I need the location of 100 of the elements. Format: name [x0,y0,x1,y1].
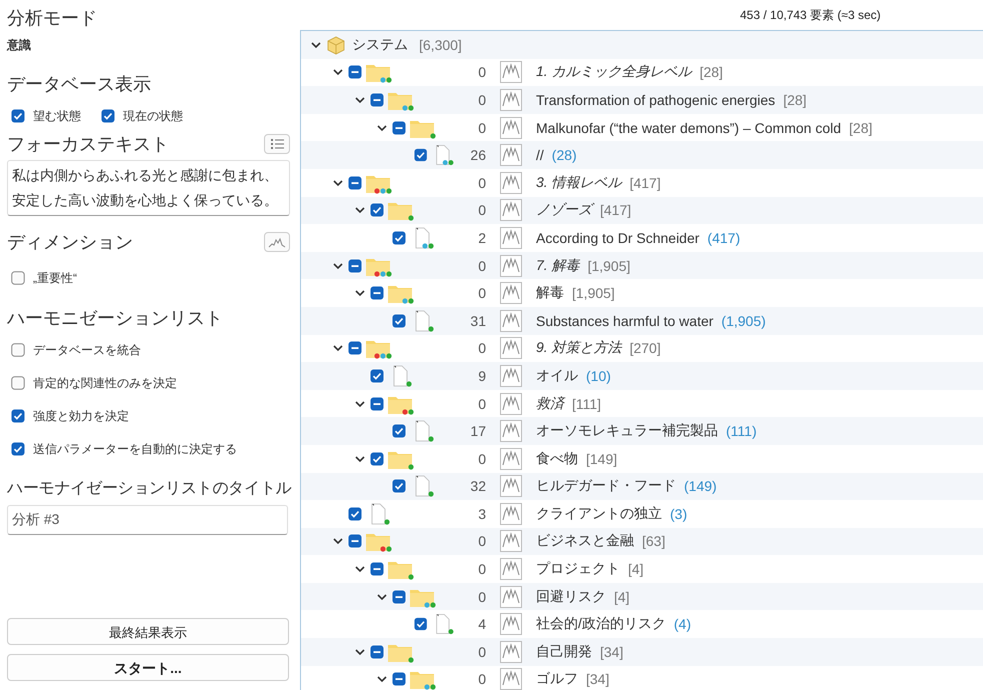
checkbox[interactable] [392,590,406,604]
checkbox[interactable] [11,409,25,423]
section-heading: 分析モード [7,7,98,30]
item-count: 0 [477,174,486,191]
waveform-icon[interactable] [500,530,522,552]
action-button[interactable]: スタート... [7,654,289,681]
checkbox[interactable] [348,176,362,190]
item-count: 0 [477,92,486,108]
waveform-icon[interactable] [500,668,522,690]
waveform-icon[interactable] [500,310,522,332]
item-count: 0 [477,396,486,412]
waveform-icon[interactable] [500,558,522,580]
node-count: [1,905] [588,258,630,274]
checkbox[interactable] [11,271,25,285]
node-label: ヒルデガード・フード [536,477,676,496]
list-button[interactable] [264,134,290,154]
node-label: Substances harmful to water [536,312,714,329]
node-count: [4] [614,588,630,605]
node-count: (1,905) [721,312,766,329]
checkbox[interactable] [370,396,384,411]
checkbox[interactable] [348,506,362,521]
node-label: オーソモレキュラー補完製品 [536,422,718,440]
node-label: 食べ物 [536,450,578,468]
checkbox[interactable] [370,562,384,576]
node-count: [28] [700,64,723,80]
node-label: // [536,147,544,164]
checkbox[interactable] [348,258,362,273]
checkbox[interactable] [392,479,406,494]
checkbox[interactable] [392,314,406,328]
checkbox[interactable] [348,534,362,548]
checkbox[interactable] [370,286,384,300]
node-label: システム [352,36,408,54]
node-count: [270] [630,340,661,356]
checkbox[interactable] [392,424,406,438]
waveform-icon[interactable] [500,337,522,360]
waveform-icon[interactable] [500,172,522,194]
node-count: [111] [572,396,602,412]
checkbox[interactable] [348,341,362,356]
checkbox[interactable] [348,65,362,80]
checkbox[interactable] [101,109,115,123]
waveform-icon[interactable] [500,282,522,304]
checkbox[interactable] [370,92,384,107]
waveform-icon[interactable] [500,116,522,139]
waveform-icon[interactable] [500,586,522,608]
checkbox[interactable] [370,368,384,383]
title-field[interactable]: 分析 #3 [7,505,288,535]
item-count: 4 [477,616,486,632]
checkbox[interactable] [370,644,384,659]
checkbox[interactable] [370,203,384,218]
waveform-button[interactable] [264,232,290,252]
node-count: (111) [726,423,757,440]
checkbox[interactable] [370,452,384,466]
node-count: (4) [674,616,692,632]
waveform-icon[interactable] [500,254,522,277]
node-label: 7. 解毒 [536,256,580,275]
checkbox[interactable] [392,672,406,686]
waveform-icon[interactable] [500,88,522,111]
node-count: (28) [552,147,577,164]
node-label: ノゾーズ [536,201,592,220]
node-count: [149] [586,450,618,467]
waveform-icon[interactable] [500,475,522,498]
node-label: 回避リスク [536,588,606,606]
waveform-icon[interactable] [500,226,522,249]
checkbox[interactable] [392,120,406,135]
node-count: [34] [600,644,624,660]
waveform-icon[interactable] [500,144,522,166]
waveform-icon[interactable] [500,640,522,663]
item-count: 0 [477,533,486,550]
node-count: [28] [783,92,807,108]
waveform-icon[interactable] [500,364,522,387]
checkbox[interactable] [11,442,25,456]
waveform-icon[interactable] [500,199,522,222]
checkbox[interactable] [392,230,406,245]
waveform-icon[interactable] [500,448,522,470]
item-count: 0 [477,644,486,660]
checkbox[interactable] [414,617,428,632]
checkbox[interactable] [414,148,428,162]
waveform-icon[interactable] [500,502,522,525]
node-label: ゴルフ [536,670,578,688]
node-label: Transformation of pathogenic energies [536,92,776,108]
checkbox[interactable] [11,109,25,123]
waveform-icon[interactable] [500,613,522,636]
waveform-icon[interactable] [500,61,522,84]
mode-value: 意識 [7,37,32,54]
checkbox[interactable] [11,343,25,357]
item-count: 0 [477,588,486,605]
node-count: [34] [586,671,610,688]
checkbox-label: データベースを統合 [33,342,141,358]
action-button[interactable]: 最終結果表示 [7,618,289,645]
checkbox[interactable] [11,376,25,390]
focus-text-field[interactable]: 私は内側からあふれる光と感謝に包まれ、安定した高い波動を心地よく保っている。 [7,160,290,216]
item-count: 0 [477,120,486,136]
item-count: 3 [477,506,486,522]
waveform-icon[interactable] [500,392,522,415]
cube-icon [326,34,346,55]
node-label: 3. 情報レベル [536,174,622,192]
checkbox-label: 肯定的な関連性のみを決定 [33,374,177,392]
checkbox-label: 送信パラメーターを自動的に決定する [33,440,237,458]
item-count: 0 [477,340,486,356]
waveform-icon[interactable] [500,420,522,442]
